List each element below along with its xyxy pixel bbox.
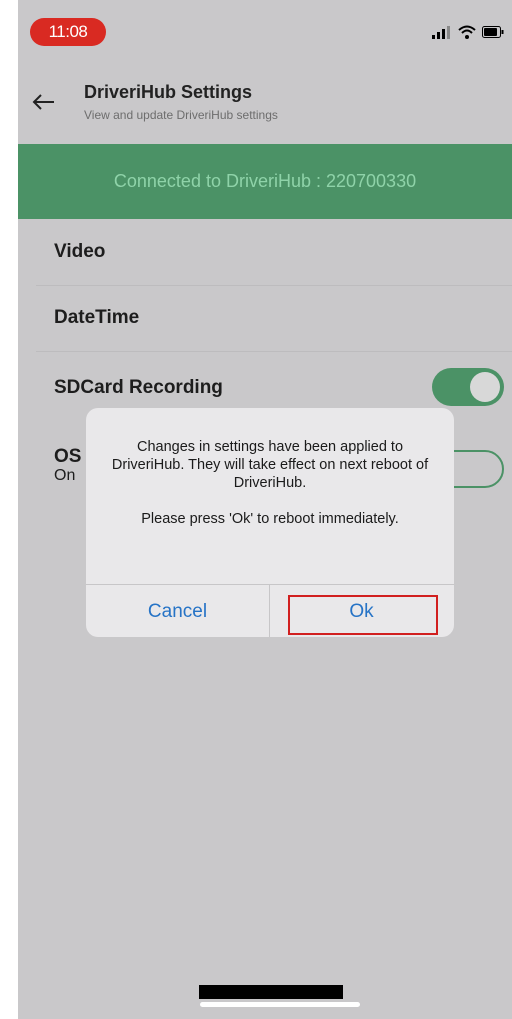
page-subtitle: View and update DriveriHub settings	[84, 108, 278, 122]
phone-screen: 11:08 DriveriHub Settings View and updat…	[18, 0, 512, 1019]
status-icons	[432, 24, 504, 40]
settings-item-datetime[interactable]: DateTime	[36, 285, 512, 352]
settings-item-video[interactable]: Video	[36, 219, 512, 286]
battery-icon	[482, 26, 504, 38]
status-bar: 11:08	[18, 0, 512, 60]
settings-item-value: On	[54, 467, 76, 484]
home-indicator[interactable]	[200, 1002, 360, 1007]
status-time: 11:08	[30, 18, 106, 46]
settings-item-label: DateTime	[54, 307, 140, 328]
settings-item-label: OS	[54, 446, 82, 467]
settings-item-label: SDCard Recording	[54, 377, 223, 398]
wifi-icon	[458, 25, 476, 39]
app-header: DriveriHub Settings View and update Driv…	[18, 78, 512, 138]
redaction-bar	[199, 985, 343, 999]
page-title: DriveriHub Settings	[84, 82, 253, 102]
ok-button[interactable]: Ok	[270, 585, 453, 637]
connection-banner: Connected to DriveriHub : 220700330	[18, 144, 512, 219]
cellular-signal-icon	[432, 26, 450, 39]
reboot-alert-dialog: Changes in settings have been applied to…	[86, 408, 454, 637]
dialog-prompt: Please press 'Ok' to reboot immediately.	[141, 511, 399, 527]
sdcard-recording-toggle[interactable]	[432, 368, 504, 406]
connection-status-text: Connected to DriveriHub : 220700330	[113, 171, 417, 191]
back-arrow-icon[interactable]	[30, 88, 58, 116]
dialog-message: Changes in settings have been applied to…	[111, 439, 429, 491]
cancel-button[interactable]: Cancel	[86, 585, 270, 637]
dialog-message-block: Changes in settings have been applied to…	[104, 438, 436, 528]
dialog-button-bar: Cancel Ok	[86, 584, 454, 637]
settings-item-label: Video	[54, 241, 106, 262]
toggle-knob	[470, 372, 500, 402]
